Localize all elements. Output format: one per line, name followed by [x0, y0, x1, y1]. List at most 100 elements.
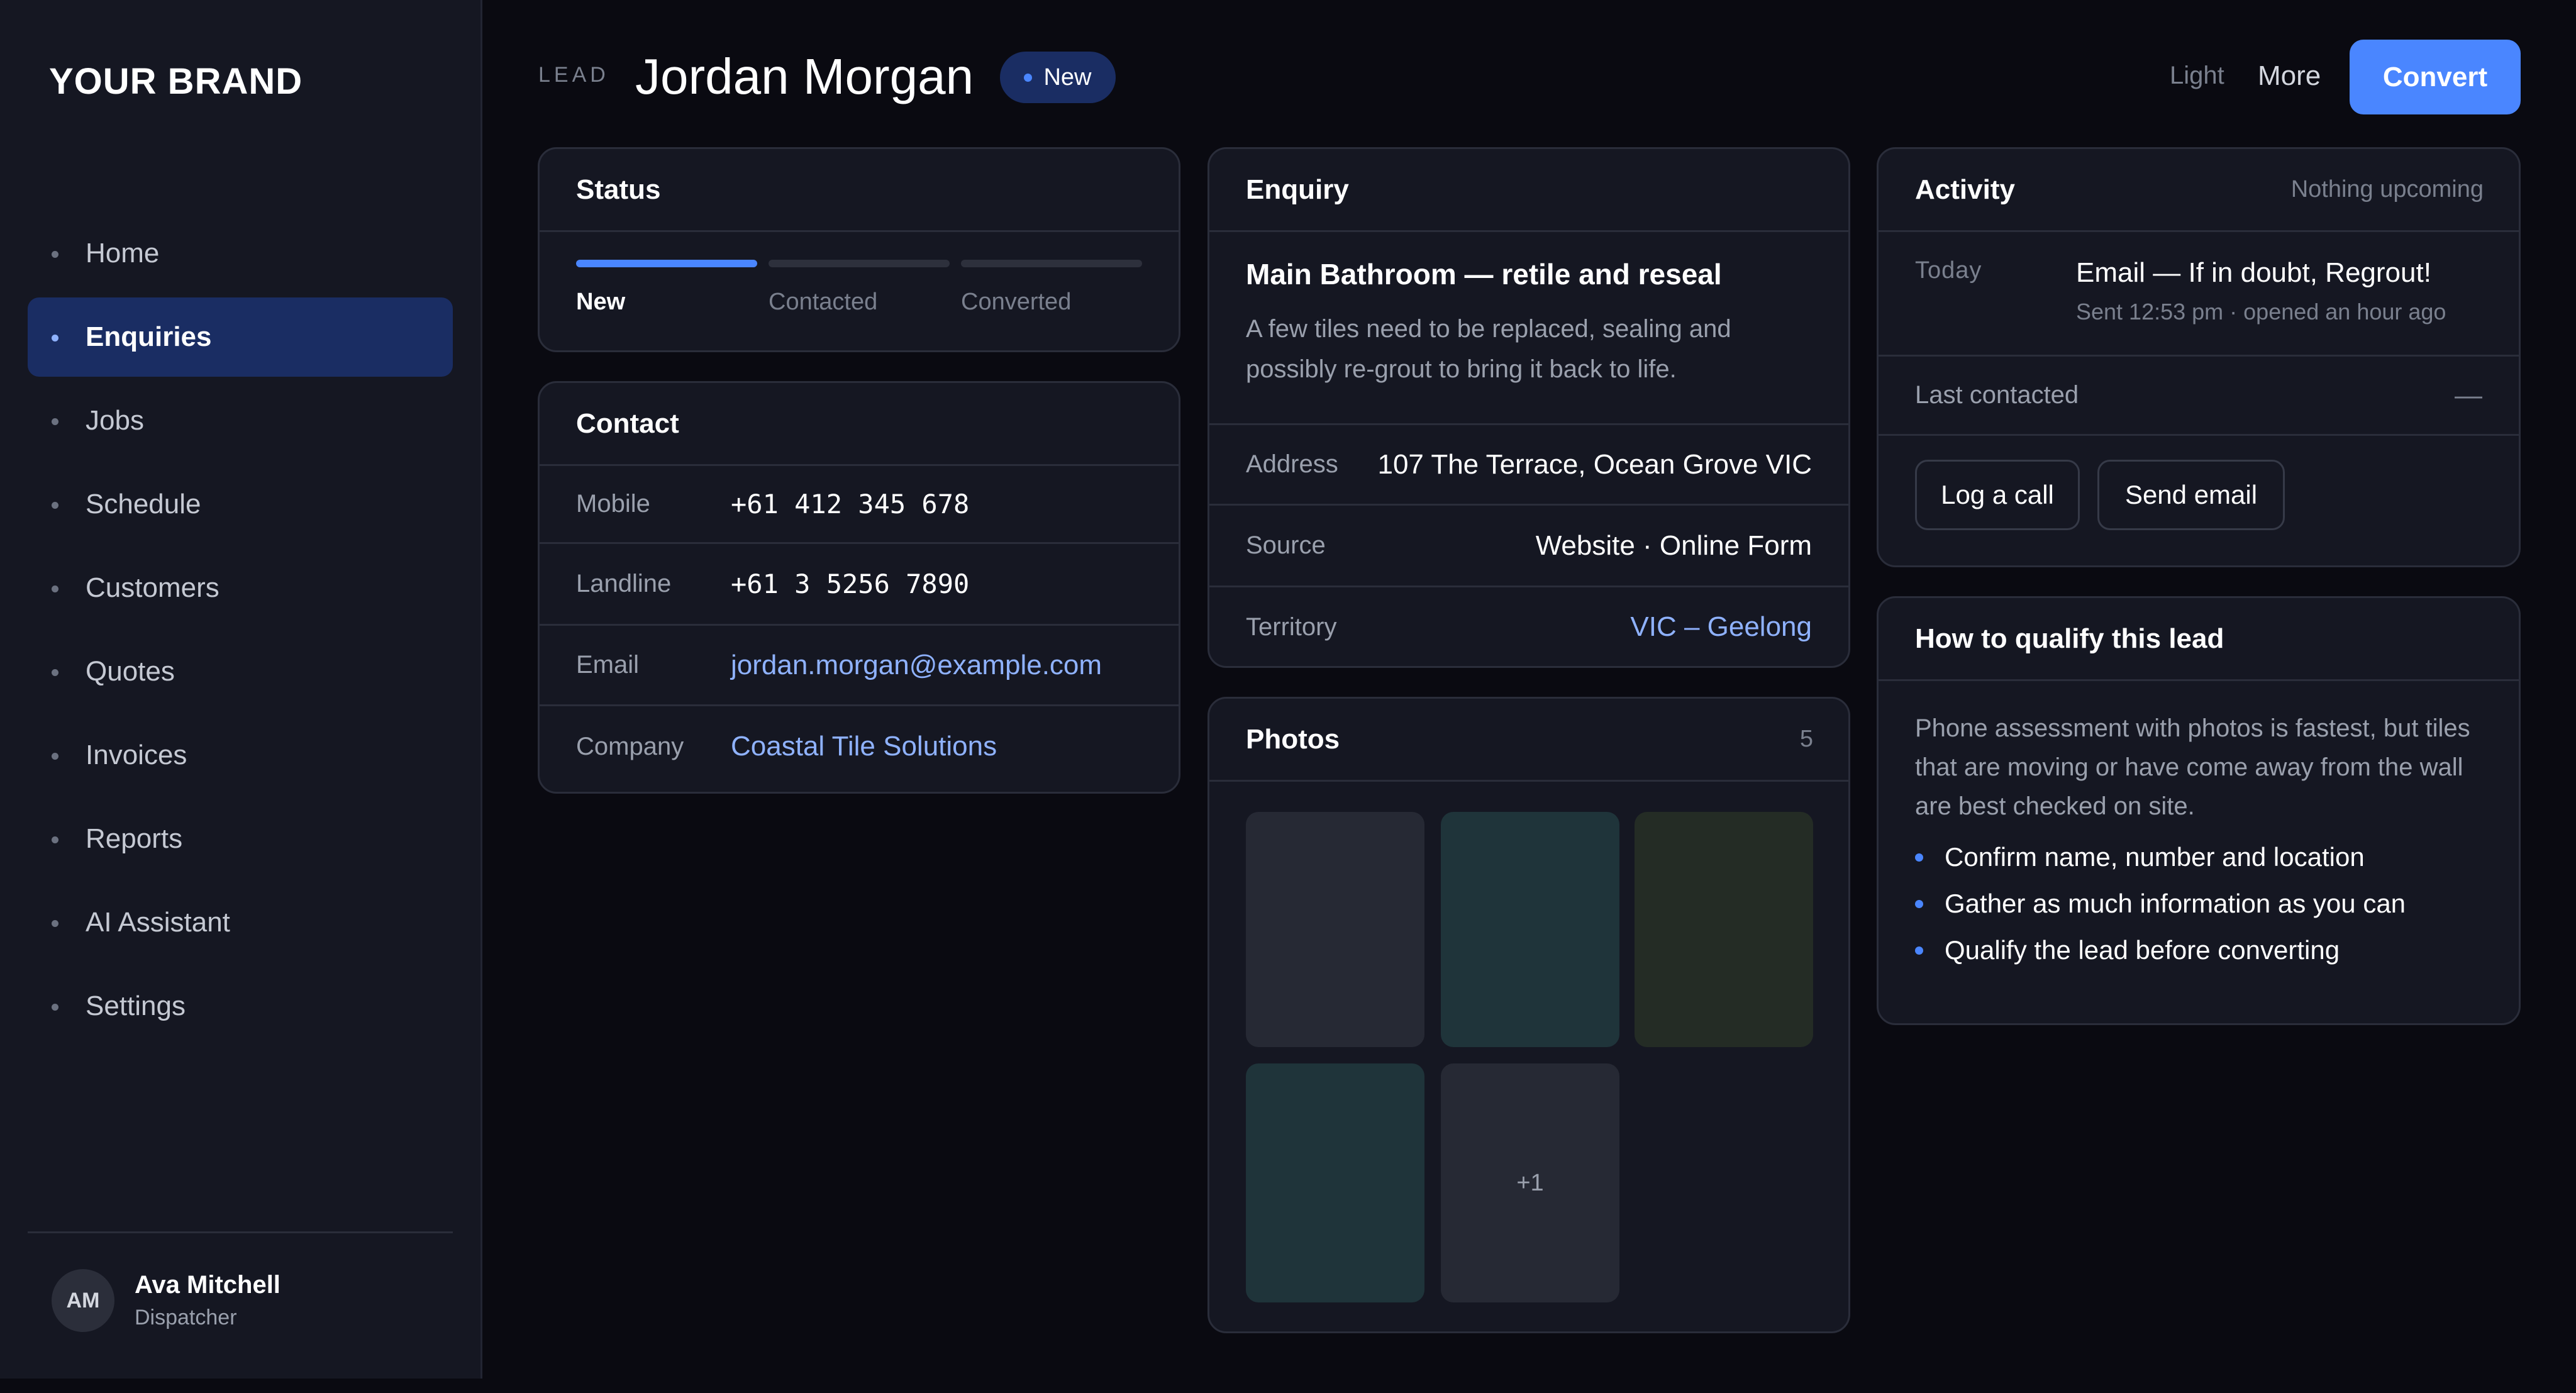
- sidebar-item-label: Quotes: [86, 656, 175, 687]
- address-value: 107 The Terrace, Ocean Grove VIC: [1377, 448, 1812, 480]
- activity-card-title: Activity: [1915, 174, 2015, 205]
- status-card: Status New Contacted Converted: [538, 147, 1180, 352]
- source-value: Website · Online Form: [1535, 530, 1812, 561]
- contact-key: Landline: [576, 570, 672, 597]
- sidebar-item-label: Invoices: [86, 740, 187, 770]
- qualify-description: Phone assessment with photos is fastest,…: [1915, 714, 2470, 820]
- bullet-icon: [1915, 853, 1923, 862]
- convert-button[interactable]: Convert: [2350, 40, 2521, 114]
- enquiry-row-source: Source Website · Online Form: [1209, 506, 1848, 587]
- enquiry-body: Main Bathroom — retile and reseal A few …: [1209, 232, 1848, 425]
- lead-label: LEAD: [538, 63, 609, 87]
- last-contacted-label: Last contacted: [1915, 381, 2079, 409]
- contact-key: Email: [576, 651, 640, 679]
- sidebar-item-reports[interactable]: Reports: [28, 799, 453, 879]
- step-bar-contacted: [769, 260, 950, 267]
- territory-link[interactable]: VIC – Geelong: [1630, 611, 1812, 643]
- qualify-body: Phone assessment with photos is fastest,…: [1879, 681, 2519, 993]
- photos-count: 5: [1799, 726, 1813, 752]
- theme-toggle-light[interactable]: Light: [2170, 62, 2224, 90]
- contact-card-title: Contact: [576, 408, 679, 439]
- sidebar-item-label: AI Assistant: [86, 907, 230, 938]
- more-photos-tile[interactable]: +1: [1441, 1063, 1619, 1302]
- sidebar-item-enquiries[interactable]: Enquiries: [28, 297, 453, 377]
- bullet-icon: [52, 669, 58, 676]
- email-link[interactable]: jordan.morgan@example.com: [731, 650, 1102, 681]
- status-card-title: Status: [576, 174, 661, 205]
- sidebar: YOUR BRAND Home Enquiries Jobs Schedule …: [0, 0, 482, 1379]
- enquiry-row-address: Address 107 The Terrace, Ocean Grove VIC: [1209, 425, 1848, 506]
- brand-logo: YOUR BRAND: [49, 61, 303, 102]
- status-badge: New: [1000, 52, 1116, 103]
- bullet-icon: [52, 418, 58, 425]
- enquiry-card-title: Enquiry: [1246, 174, 1349, 205]
- more-button[interactable]: More: [2258, 60, 2321, 92]
- qualify-step: Qualify the lead before converting: [1915, 935, 2482, 965]
- step-bar-new: [576, 260, 757, 267]
- mobile-number[interactable]: +61 412 345 678: [731, 489, 969, 519]
- enquiry-subject: Main Bathroom — retile and reseal: [1246, 258, 1722, 291]
- activity-date-label: Today: [1915, 257, 1982, 284]
- contact-row-landline: Landline +61 3 5256 7890: [540, 544, 1179, 626]
- user-profile[interactable]: AM Ava Mitchell Dispatcher: [52, 1269, 280, 1332]
- sidebar-item-ai-assistant[interactable]: AI Assistant: [28, 883, 453, 962]
- contact-row-company: Company Coastal Tile Solutions: [540, 706, 1179, 787]
- sidebar-item-label: Jobs: [86, 405, 144, 436]
- step-label-converted[interactable]: Converted: [961, 289, 1071, 316]
- enquiry-card-header: Enquiry: [1209, 149, 1848, 232]
- photo-thumbnail[interactable]: [1441, 812, 1619, 1047]
- qualify-step-label: Confirm name, number and location: [1945, 842, 2365, 872]
- send-email-button[interactable]: Send email: [2097, 460, 2285, 530]
- photos-card: Photos 5 +1: [1208, 697, 1850, 1333]
- contact-row-email: Email jordan.morgan@example.com: [540, 626, 1179, 706]
- qualify-step: Confirm name, number and location: [1915, 842, 2482, 872]
- contact-key: Mobile: [576, 490, 650, 518]
- last-contacted-value: —: [2455, 379, 2482, 411]
- enquiry-row-territory: Territory VIC – Geelong: [1209, 587, 1848, 666]
- step-label-new[interactable]: New: [576, 289, 625, 316]
- photo-thumbnail[interactable]: [1246, 1063, 1424, 1302]
- status-dot-icon: [1024, 73, 1033, 82]
- contact-key: Company: [576, 732, 684, 760]
- user-info: Ava Mitchell Dispatcher: [135, 1271, 280, 1330]
- activity-item[interactable]: Email — If in doubt, Regrout! Sent 12:53…: [2076, 257, 2446, 355]
- sidebar-item-label: Schedule: [86, 489, 201, 519]
- enquiry-description: A few tiles need to be replaced, sealing…: [1246, 315, 1731, 383]
- activity-card: Activity Nothing upcoming Today Email — …: [1877, 147, 2521, 567]
- sidebar-item-jobs[interactable]: Jobs: [28, 381, 453, 460]
- bullet-icon: [52, 335, 58, 341]
- bullet-icon: [52, 836, 58, 843]
- status-card-header: Status: [540, 149, 1179, 232]
- page-title: Jordan Morgan: [635, 48, 974, 104]
- activity-card-header: Activity Nothing upcoming: [1879, 149, 2519, 232]
- sidebar-item-schedule[interactable]: Schedule: [28, 465, 453, 544]
- photo-thumbnail[interactable]: [1246, 812, 1424, 1047]
- bullet-icon: [52, 753, 58, 760]
- user-role: Dispatcher: [135, 1306, 237, 1329]
- enquiry-card: Enquiry Main Bathroom — retile and resea…: [1208, 147, 1850, 668]
- sidebar-item-invoices[interactable]: Invoices: [28, 716, 453, 795]
- log-call-button[interactable]: Log a call: [1915, 460, 2080, 530]
- sidebar-item-label: Customers: [86, 572, 219, 603]
- enquiry-key: Address: [1246, 450, 1338, 478]
- activity-item-title: Email — If in doubt, Regrout!: [2076, 257, 2431, 288]
- company-link[interactable]: Coastal Tile Solutions: [731, 731, 997, 762]
- photo-thumbnail[interactable]: [1635, 812, 1813, 1047]
- step-label-contacted[interactable]: Contacted: [769, 289, 877, 316]
- bullet-icon: [52, 251, 58, 258]
- sidebar-item-home[interactable]: Home: [28, 214, 453, 293]
- avatar: AM: [52, 1269, 114, 1332]
- qualify-card-header: How to qualify this lead: [1879, 598, 2519, 681]
- bullet-icon: [52, 920, 58, 927]
- sidebar-item-settings[interactable]: Settings: [28, 967, 453, 1046]
- enquiry-key: Source: [1246, 531, 1326, 559]
- status-badge-label: New: [1043, 64, 1092, 91]
- sidebar-item-customers[interactable]: Customers: [28, 548, 453, 628]
- qualify-step-label: Gather as much information as you can: [1945, 889, 2406, 918]
- qualify-step-label: Qualify the lead before converting: [1945, 935, 2340, 965]
- landline-number[interactable]: +61 3 5256 7890: [731, 569, 969, 599]
- upcoming-status: Nothing upcoming: [2290, 176, 2484, 203]
- sidebar-item-quotes[interactable]: Quotes: [28, 632, 453, 711]
- sidebar-item-label: Settings: [86, 991, 186, 1021]
- bullet-icon: [1915, 899, 1923, 908]
